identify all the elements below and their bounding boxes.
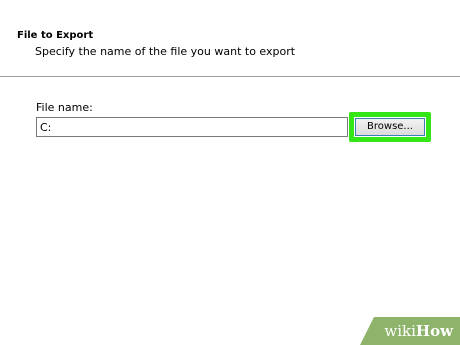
wizard-header: File to Export Specify the name of the f…: [0, 0, 460, 77]
wikihow-watermark: wikiHow: [360, 317, 460, 345]
watermark-logo: wikiHow: [384, 322, 453, 340]
page-title: File to Export: [17, 30, 94, 41]
file-name-input[interactable]: [36, 117, 348, 137]
file-name-label: File name:: [36, 101, 93, 114]
watermark-text-part2: How: [415, 322, 453, 340]
watermark-text-part1: wiki: [384, 322, 416, 340]
page-subtitle: Specify the name of the file you want to…: [35, 45, 296, 58]
header-divider: [0, 76, 460, 77]
browse-button[interactable]: Browse...: [355, 118, 425, 136]
